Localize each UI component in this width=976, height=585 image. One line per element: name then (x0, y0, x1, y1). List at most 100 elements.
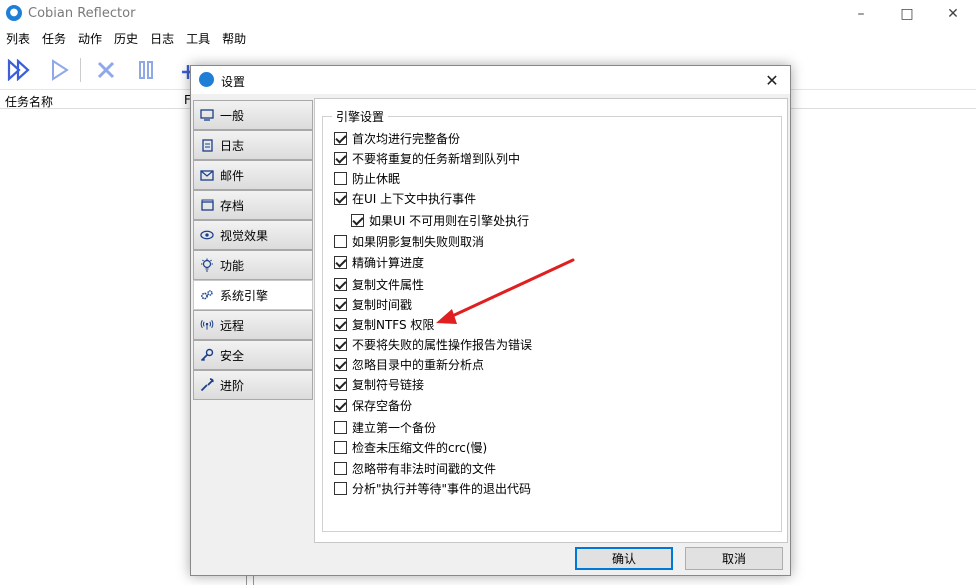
option-row[interactable]: 如果阴影复制失败则取消 (334, 232, 484, 250)
window-title: Cobian Reflector (28, 6, 136, 21)
bulb-icon (200, 258, 214, 272)
dialog-title-bar: 设置 ✕ (191, 66, 790, 94)
menu-task[interactable]: 任务 (36, 28, 72, 48)
option-checkbox[interactable] (334, 461, 347, 475)
option-row[interactable]: 复制NTFS 权限 (334, 315, 434, 333)
group-title: 引擎设置 (332, 108, 389, 125)
option-checkbox[interactable] (334, 131, 347, 145)
option-row[interactable]: 忽略带有非法时间戳的文件 (334, 459, 496, 477)
option-checkbox[interactable] (351, 213, 364, 227)
nav-visual[interactable]: 视觉效果 (193, 220, 313, 250)
maximize-button[interactable]: □ (884, 0, 930, 27)
option-checkbox[interactable] (334, 191, 347, 205)
nav-archive[interactable]: 存档 (193, 190, 313, 220)
nav-function[interactable]: 功能 (193, 250, 313, 280)
settings-nav: 一般 日志 邮件 存档 视觉效果 功能 系统引擎 远程 安全 进阶 (193, 100, 313, 400)
ok-button[interactable]: 确认 (575, 547, 673, 570)
option-checkbox[interactable] (334, 337, 347, 351)
option-row[interactable]: 精确计算进度 (334, 253, 424, 271)
option-label: 分析"执行并等待"事件的退出代码 (352, 481, 532, 496)
option-checkbox[interactable] (334, 277, 347, 291)
option-label: 如果UI 不可用则在引擎处执行 (369, 213, 530, 228)
option-checkbox[interactable] (334, 357, 347, 371)
menu-action[interactable]: 动作 (72, 28, 108, 48)
option-checkbox[interactable] (334, 440, 347, 454)
engine-settings-group: 引擎设置 首次均进行完整备份不要将重复的任务新增到队列中防止休眠在UI 上下文中… (322, 108, 782, 532)
nav-remote[interactable]: 远程 (193, 310, 313, 340)
app-logo-icon: ● (6, 5, 22, 21)
option-label: 复制NTFS 权限 (352, 317, 435, 332)
close-icon[interactable]: ✕ (760, 68, 784, 92)
option-row[interactable]: 在UI 上下文中执行事件 (334, 189, 476, 207)
option-checkbox[interactable] (334, 171, 347, 185)
menu-history[interactable]: 历史 (108, 28, 144, 48)
eye-icon (200, 228, 214, 242)
mail-icon (200, 168, 214, 182)
option-row[interactable]: 建立第一个备份 (334, 418, 436, 436)
menu-log[interactable]: 日志 (144, 28, 180, 48)
option-row[interactable]: 复制时间戳 (334, 295, 412, 313)
menu-bar: 列表 任务 动作 历史 日志 工具 帮助 (0, 28, 976, 48)
menu-list[interactable]: 列表 (0, 28, 36, 48)
option-row[interactable]: 复制符号链接 (334, 375, 424, 393)
option-label: 精确计算进度 (352, 255, 425, 270)
gears-icon (200, 288, 214, 302)
option-label: 首次均进行完整备份 (352, 131, 461, 146)
option-label: 不要将失败的属性操作报告为错误 (352, 337, 533, 352)
run-icon[interactable] (46, 56, 74, 84)
nav-mail[interactable]: 邮件 (193, 160, 313, 190)
settings-panel: 引擎设置 首次均进行完整备份不要将重复的任务新增到队列中防止休眠在UI 上下文中… (314, 98, 788, 543)
column-task-name[interactable]: 任务名称 (5, 93, 53, 110)
option-checkbox[interactable] (334, 234, 347, 248)
option-label: 复制符号链接 (352, 377, 425, 392)
nav-system-engine[interactable]: 系统引擎 (193, 280, 313, 310)
option-row[interactable]: 不要将失败的属性操作报告为错误 (334, 335, 532, 353)
option-checkbox[interactable] (334, 377, 347, 391)
option-checkbox[interactable] (334, 297, 347, 311)
menu-help[interactable]: 帮助 (216, 28, 252, 48)
option-row[interactable]: 分析"执行并等待"事件的退出代码 (334, 479, 531, 497)
option-row[interactable]: 忽略目录中的重新分析点 (334, 355, 484, 373)
nav-log[interactable]: 日志 (193, 130, 313, 160)
minimize-button[interactable]: – (838, 0, 884, 27)
toolbar-separator (80, 58, 81, 82)
pause-icon[interactable] (132, 56, 160, 84)
option-checkbox[interactable] (334, 317, 347, 331)
cancel-task-icon[interactable] (92, 56, 120, 84)
option-row[interactable]: 复制文件属性 (334, 275, 424, 293)
option-label: 检查未压缩文件的crc(慢) (352, 440, 488, 455)
log-icon (200, 138, 214, 152)
dialog-title: 设置 (221, 75, 246, 89)
run-all-icon[interactable] (6, 56, 34, 84)
option-label: 忽略带有非法时间戳的文件 (352, 461, 497, 476)
option-label: 建立第一个备份 (352, 420, 437, 435)
option-checkbox[interactable] (334, 255, 347, 269)
option-checkbox[interactable] (334, 151, 347, 165)
title-bar: ● Cobian Reflector – □ ✕ (0, 0, 976, 27)
option-row[interactable]: 不要将重复的任务新增到队列中 (334, 149, 520, 167)
option-checkbox[interactable] (334, 398, 347, 412)
option-row[interactable]: 如果UI 不可用则在引擎处执行 (351, 211, 529, 229)
nav-security[interactable]: 安全 (193, 340, 313, 370)
option-label: 不要将重复的任务新增到队列中 (352, 151, 521, 166)
option-label: 保存空备份 (352, 398, 413, 413)
menu-tools[interactable]: 工具 (180, 28, 216, 48)
nav-advanced[interactable]: 进阶 (193, 370, 313, 400)
close-window-button[interactable]: ✕ (930, 0, 976, 27)
option-label: 如果阴影复制失败则取消 (352, 234, 485, 249)
option-label: 复制时间戳 (352, 297, 413, 312)
monitor-icon (200, 108, 214, 122)
option-row[interactable]: 防止休眠 (334, 169, 400, 187)
nav-general[interactable]: 一般 (193, 100, 313, 130)
option-row[interactable]: 保存空备份 (334, 396, 412, 414)
antenna-icon (200, 318, 214, 332)
key-icon (200, 348, 214, 362)
option-row[interactable]: 检查未压缩文件的crc(慢) (334, 438, 487, 456)
option-checkbox[interactable] (334, 420, 347, 434)
option-checkbox[interactable] (334, 481, 347, 495)
wrench-icon (200, 378, 214, 392)
archive-icon (200, 198, 214, 212)
cancel-button[interactable]: 取消 (685, 547, 783, 570)
settings-dialog: 设置 ✕ 一般 日志 邮件 存档 视觉效果 功能 系统引擎 远程 安全 进阶 引… (190, 65, 791, 576)
option-row[interactable]: 首次均进行完整备份 (334, 129, 460, 147)
